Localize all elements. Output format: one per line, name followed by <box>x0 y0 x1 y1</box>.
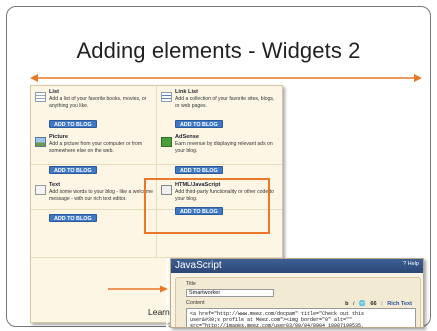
add-to-blog-button-list[interactable]: ADD TO BLOG <box>49 120 97 128</box>
gadget-description: Add third-party functionality or other c… <box>175 189 274 202</box>
learn-text: Learn <box>148 307 170 317</box>
html-javascript-icon <box>161 185 172 195</box>
content-textarea[interactable]: <a href="http://www.meez.com/docpam" tit… <box>186 308 416 327</box>
title-input[interactable]: Smartworker <box>186 289 274 297</box>
dialog-title: JavaScript <box>175 260 222 271</box>
gadget-html-javascript: HTML/JavaScript Add third-party function… <box>157 179 282 258</box>
gadget-title: Picture <box>49 134 68 140</box>
content-label: Content <box>186 300 205 306</box>
slide-title: Adding elements - Widgets 2 <box>76 38 361 63</box>
link-icon[interactable]: 🌐 <box>359 301 366 307</box>
list-icon <box>35 92 46 102</box>
add-to-blog-button-link-list[interactable]: ADD TO BLOG <box>175 120 223 128</box>
link-list-icon <box>161 92 172 102</box>
italic-button[interactable]: i <box>353 301 354 307</box>
rich-text-link[interactable]: Rich Text <box>387 301 412 307</box>
text-icon <box>35 185 46 195</box>
title-label: Title <box>186 281 196 287</box>
dialog-header: JavaScript ? Help <box>171 259 423 273</box>
add-to-blog-button-picture[interactable]: ADD TO BLOG <box>49 166 97 174</box>
gadget-description: Add a picture from your computer or from… <box>49 141 143 154</box>
gadget-description: Add a collection of your favorite sites,… <box>175 96 275 109</box>
torn-edge <box>166 258 174 328</box>
help-link[interactable]: ? Help <box>403 261 419 267</box>
gadget-description: Earn revenue by displaying relevant ads … <box>175 141 273 154</box>
add-to-blog-button-html-javascript[interactable]: ADD TO BLOG <box>175 207 223 215</box>
gadget-title: Text <box>49 182 61 188</box>
quote-button[interactable]: 66 <box>370 301 376 307</box>
gadget-title: Link List <box>175 89 198 95</box>
gadget-title: AdSense <box>175 134 199 140</box>
gadget-text: Text Add some words to your blog - like … <box>31 179 157 258</box>
picture-icon <box>35 137 46 147</box>
dialog-body: Title Smartworker Content b i 🌐 66 | Ric… <box>175 277 421 327</box>
gadget-description: Add some words to your blog - like a wel… <box>49 189 153 202</box>
add-to-blog-button-adsense[interactable]: ADD TO BLOG <box>175 166 223 174</box>
html-javascript-dialog: JavaScript ? Help Title Smartworker Cont… <box>170 258 424 328</box>
add-to-blog-button-text[interactable]: ADD TO BLOG <box>49 214 97 222</box>
bold-button[interactable]: b <box>345 301 348 307</box>
gadget-title: HTML/JavaScript <box>175 182 221 188</box>
adsense-icon <box>161 137 172 147</box>
gadget-title: List <box>49 89 59 95</box>
slide: Adding elements - Widgets 2 List Add a l… <box>0 0 437 331</box>
gadget-description: Add a list of your favorite books, movie… <box>49 96 147 109</box>
content-toolbar: b i 🌐 66 | Rich Text <box>345 301 412 307</box>
